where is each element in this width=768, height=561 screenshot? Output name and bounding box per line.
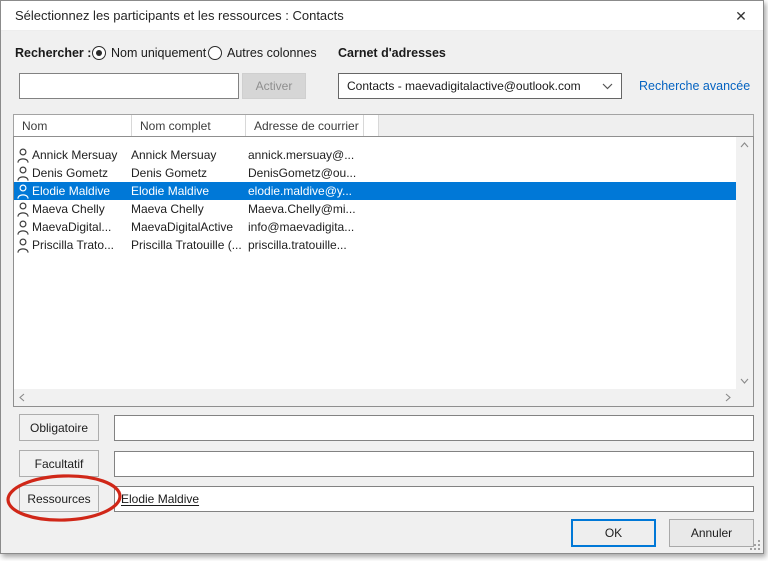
chevron-down-icon: [602, 83, 613, 90]
column-header-fullname[interactable]: Nom complet: [132, 115, 246, 136]
ok-button[interactable]: OK: [571, 519, 656, 547]
table-row[interactable]: Maeva Chelly Maeva Chelly Maeva.Chelly@m…: [14, 200, 736, 218]
scrollbar-corner: [736, 389, 753, 406]
person-icon: [14, 147, 32, 163]
contact-name: Elodie Maldive: [32, 184, 111, 198]
required-field[interactable]: [114, 415, 754, 441]
person-icon: [14, 165, 32, 181]
optional-button[interactable]: Facultatif: [19, 450, 99, 477]
close-icon: ✕: [735, 7, 747, 24]
person-icon: [14, 237, 32, 253]
scroll-left-icon[interactable]: [14, 389, 30, 406]
table-row[interactable]: Elodie Maldive Elodie Maldive elodie.mal…: [14, 182, 736, 200]
vertical-scrollbar[interactable]: [736, 137, 753, 389]
scroll-up-icon[interactable]: [736, 137, 753, 153]
horizontal-scrollbar[interactable]: [14, 389, 736, 406]
dialog-title: Sélectionnez les participants et les res…: [15, 8, 344, 23]
contact-full-name: Elodie Maldive: [131, 184, 210, 198]
contact-name: Priscilla Trato...: [32, 238, 115, 252]
contact-list-rows: Annick Mersuay Annick Mersuay annick.mer…: [14, 137, 736, 389]
resources-button-label: Ressources: [27, 491, 91, 506]
required-button-label: Obligatoire: [29, 420, 89, 435]
contact-full-name: Maeva Chelly: [131, 202, 204, 216]
contact-full-name: MaevaDigitalActive: [131, 220, 234, 234]
title-bar: Sélectionnez les participants et les res…: [1, 1, 763, 31]
contact-name: Denis Gometz: [32, 166, 109, 180]
ok-button-label: OK: [604, 526, 623, 540]
cancel-button-label: Annuler: [690, 526, 733, 540]
person-icon: [14, 201, 32, 217]
contact-email: priscilla.tratouille...: [248, 238, 347, 252]
address-book-value: Contacts - maevadigitalactive@outlook.co…: [347, 79, 581, 93]
contact-email: info@maevadigita...: [248, 220, 355, 234]
table-header: Nom Nom complet Adresse de courrier: [13, 114, 754, 137]
cancel-button[interactable]: Annuler: [669, 519, 754, 547]
resize-grip[interactable]: [749, 539, 760, 550]
table-row[interactable]: MaevaDigital... MaevaDigitalActive info@…: [14, 218, 736, 236]
contact-email: annick.mersuay@...: [248, 148, 355, 162]
scroll-right-icon[interactable]: [720, 389, 736, 406]
contact-full-name: Annick Mersuay: [131, 148, 217, 162]
radio-name-only[interactable]: [92, 46, 106, 60]
person-icon: [14, 183, 32, 199]
search-label: Rechercher :: [15, 46, 92, 60]
contact-name: Maeva Chelly: [32, 202, 105, 216]
contact-full-name: Priscilla Tratouille (...: [131, 238, 242, 252]
resources-button[interactable]: Ressources: [19, 485, 99, 512]
address-book-label: Carnet d'adresses: [338, 46, 446, 60]
close-button[interactable]: ✕: [725, 1, 757, 31]
search-input[interactable]: [19, 73, 239, 99]
column-header-name[interactable]: Nom: [14, 115, 132, 136]
advanced-search-link[interactable]: Recherche avancée: [639, 79, 750, 93]
contact-name: Annick Mersuay: [32, 148, 118, 162]
radio-other-columns[interactable]: [208, 46, 222, 60]
go-button-label: Activer: [255, 79, 293, 93]
resources-field-value: Elodie Maldive: [121, 492, 200, 506]
optional-field[interactable]: [114, 451, 754, 477]
scroll-down-icon[interactable]: [736, 373, 753, 389]
select-attendees-dialog: Sélectionnez les participants et les res…: [0, 0, 764, 554]
table-row[interactable]: Priscilla Trato... Priscilla Tratouille …: [14, 236, 736, 254]
person-icon: [14, 219, 32, 235]
column-header-email[interactable]: Adresse de courrier: [246, 115, 364, 136]
radio-other-columns-label[interactable]: Autres colonnes: [227, 46, 317, 60]
contact-list: Annick Mersuay Annick Mersuay annick.mer…: [13, 136, 754, 407]
go-button[interactable]: Activer: [242, 73, 306, 99]
contact-email: elodie.maldive@y...: [248, 184, 353, 198]
address-book-select[interactable]: Contacts - maevadigitalactive@outlook.co…: [338, 73, 622, 99]
contact-name: MaevaDigital...: [32, 220, 112, 234]
resources-field[interactable]: Elodie Maldive: [114, 486, 754, 512]
table-row[interactable]: Denis Gometz Denis Gometz DenisGometz@ou…: [14, 164, 736, 182]
contact-full-name: Denis Gometz: [131, 166, 208, 180]
required-button[interactable]: Obligatoire: [19, 414, 99, 441]
radio-name-only-label[interactable]: Nom uniquement: [111, 46, 206, 60]
column-header-blank[interactable]: [364, 115, 379, 136]
table-row[interactable]: Annick Mersuay Annick Mersuay annick.mer…: [14, 146, 736, 164]
contact-email: Maeva.Chelly@mi...: [248, 202, 356, 216]
contact-email: DenisGometz@ou...: [248, 166, 357, 180]
optional-button-label: Facultatif: [34, 456, 84, 471]
